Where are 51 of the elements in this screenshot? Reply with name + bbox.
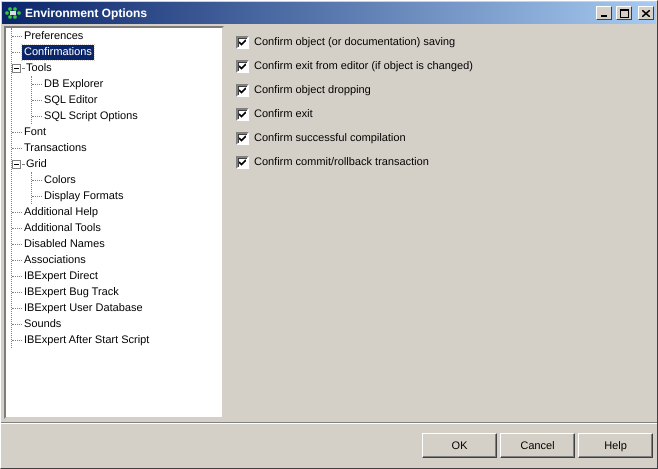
window-title: Environment Options	[25, 6, 148, 20]
checkbox-label: Confirm commit/rollback transaction	[254, 156, 429, 168]
close-icon	[642, 10, 650, 16]
check-icon	[239, 110, 246, 118]
checkbox-label: Confirm exit	[254, 108, 313, 120]
checkbox[interactable]	[236, 108, 249, 120]
expander-icon[interactable]	[12, 64, 21, 72]
tree-item[interactable]: Disabled Names	[22, 236, 107, 252]
tree-item[interactable]: Confirmations	[22, 44, 94, 60]
check-icon	[239, 134, 246, 142]
checkbox-label: Confirm object dropping	[254, 84, 371, 96]
minimize-button[interactable]	[596, 6, 612, 20]
tree-item[interactable]: Associations	[22, 252, 88, 268]
dialog-button[interactable]: Help	[578, 433, 653, 458]
tree-item[interactable]: Grid	[24, 156, 49, 172]
minimize-icon	[601, 15, 607, 17]
tree-item[interactable]: Colors	[42, 172, 78, 188]
tree-item[interactable]: SQL Editor	[42, 92, 100, 108]
maximize-icon	[620, 8, 628, 18]
dialog-button[interactable]: Cancel	[500, 433, 575, 458]
tree-item[interactable]: Transactions	[22, 140, 89, 156]
app-icon	[5, 7, 21, 19]
tree-item[interactable]: Additional Tools	[22, 220, 103, 236]
tree-item[interactable]: Sounds	[22, 316, 64, 332]
close-button[interactable]	[638, 6, 654, 20]
tree-item[interactable]: IBExpert Bug Track	[22, 284, 121, 300]
maximize-button[interactable]	[616, 6, 632, 20]
tree-item[interactable]: Preferences	[22, 28, 86, 44]
tree-item[interactable]: Font	[22, 124, 48, 140]
checkbox[interactable]	[236, 84, 249, 96]
checkbox[interactable]	[236, 60, 249, 72]
checkbox-label: Confirm successful compilation	[254, 132, 406, 144]
dialog-button[interactable]: OK	[422, 433, 497, 458]
check-icon	[239, 158, 246, 166]
tree-item[interactable]: IBExpert Direct	[22, 268, 100, 284]
checkbox[interactable]	[236, 156, 249, 168]
check-icon	[239, 62, 246, 70]
expander-icon[interactable]	[12, 160, 21, 168]
tree-item[interactable]: DB Explorer	[42, 76, 106, 92]
checkbox[interactable]	[236, 36, 249, 48]
tree-item[interactable]: IBExpert User Database	[22, 300, 145, 316]
tree-item[interactable]: Display Formats	[42, 188, 126, 204]
check-icon	[239, 86, 246, 94]
checkbox-label: Confirm object (or documentation) saving	[254, 36, 456, 48]
checkbox-label: Confirm exit from editor (if object is changed)	[254, 60, 473, 72]
check-icon	[239, 38, 246, 46]
tree-item[interactable]: Tools	[24, 60, 54, 76]
tree-item[interactable]: Additional Help	[22, 204, 100, 220]
tree-item[interactable]: SQL Script Options	[42, 108, 140, 124]
checkbox[interactable]	[236, 132, 249, 144]
tree-item[interactable]: IBExpert After Start Script	[22, 332, 152, 348]
